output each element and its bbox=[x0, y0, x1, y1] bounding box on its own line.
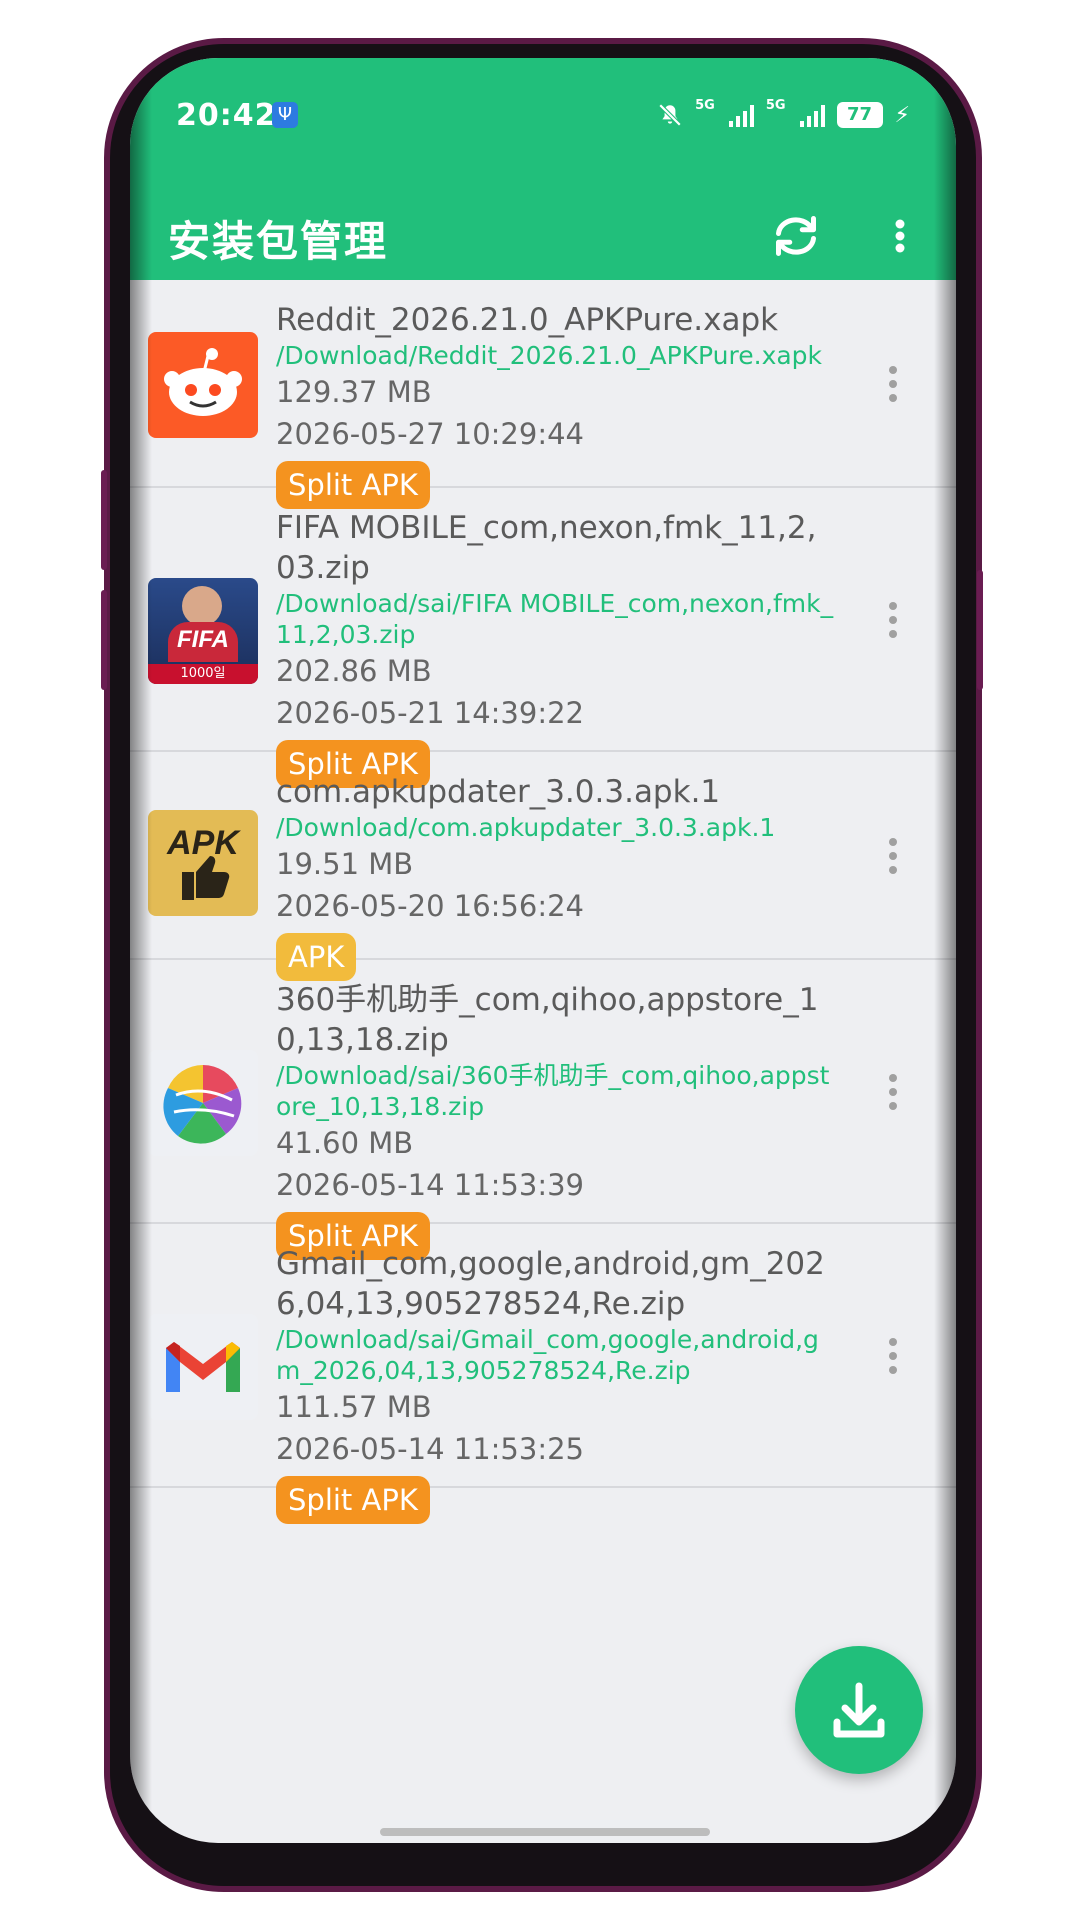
file-size: 41.60 MB bbox=[276, 1126, 414, 1160]
fifa-logo-text: FIFA bbox=[177, 626, 229, 653]
signal-label: 5G bbox=[695, 98, 715, 113]
item-more-icon[interactable] bbox=[886, 1336, 900, 1376]
item-info: Gmail_com,google,android,gm_2026,04,13,9… bbox=[276, 1244, 836, 1524]
page-title: 安装包管理 bbox=[168, 217, 389, 266]
download-fab-button[interactable] bbox=[795, 1646, 923, 1774]
360-appstore-icon bbox=[148, 1050, 258, 1156]
gmail-icon bbox=[148, 1314, 258, 1420]
reddit-icon bbox=[148, 332, 258, 438]
download-icon bbox=[833, 1682, 885, 1738]
item-more-icon[interactable] bbox=[886, 1072, 900, 1112]
refresh-icon bbox=[776, 216, 816, 256]
volume-button bbox=[101, 470, 107, 570]
refresh-button[interactable] bbox=[766, 206, 826, 266]
file-size: 111.57 MB bbox=[276, 1390, 432, 1424]
mute-bell-icon bbox=[658, 103, 682, 127]
item-more-icon[interactable] bbox=[886, 364, 900, 404]
type-badge: Split APK bbox=[276, 1476, 430, 1524]
power-button bbox=[977, 570, 983, 690]
more-vert-icon bbox=[895, 219, 905, 253]
list-item[interactable]: APK com.apkupdater_3.0.3.apk.1 /Download… bbox=[130, 752, 956, 981]
file-size: 129.37 MB bbox=[276, 375, 432, 409]
file-date: 2026-05-21 14:39:22 bbox=[276, 696, 584, 730]
fifa-icon: FIFA 1000일 bbox=[148, 578, 258, 684]
status-icons: 5G 5G 77 ⚡ bbox=[657, 98, 910, 132]
player-avatar bbox=[182, 586, 222, 626]
file-name: 360手机助手_com,qihoo,appstore_10,13,18.zip bbox=[276, 982, 819, 1058]
item-info: Reddit_2026.21.0_APKPure.xapk /Download/… bbox=[276, 300, 836, 509]
list-item[interactable]: Gmail_com,google,android,gm_2026,04,13,9… bbox=[130, 1224, 956, 1524]
item-info: 360手机助手_com,qihoo,appstore_10,13,18.zip … bbox=[276, 980, 836, 1260]
signal-label: 5G bbox=[765, 98, 786, 113]
list-item[interactable]: 360手机助手_com,qihoo,appstore_10,13,18.zip … bbox=[130, 960, 956, 1260]
apk-icon: APK bbox=[148, 810, 258, 916]
list-item[interactable]: Reddit_2026.21.0_APKPure.xapk /Download/… bbox=[130, 280, 956, 509]
volume-button bbox=[101, 590, 107, 690]
file-name: FIFA MOBILE_com,nexon,fmk_11,2,03.zip bbox=[276, 510, 817, 586]
file-path: /Download/Reddit_2026.21.0_APKPure.xapk bbox=[276, 341, 823, 370]
item-info: FIFA MOBILE_com,nexon,fmk_11,2,03.zip /D… bbox=[276, 508, 836, 788]
package-list: Reddit_2026.21.0_APKPure.xapk /Download/… bbox=[130, 280, 956, 1524]
file-path: /Download/sai/FIFA MOBILE_com,nexon,fmk_… bbox=[276, 589, 834, 649]
signal-icon bbox=[728, 103, 754, 127]
battery-icon: 77 bbox=[836, 102, 883, 128]
item-info: com.apkupdater_3.0.3.apk.1 /Download/com… bbox=[276, 772, 836, 981]
file-name: Reddit_2026.21.0_APKPure.xapk bbox=[276, 302, 779, 338]
status-bar: 20:42 Ψ 5G 5G 77 ⚡ bbox=[130, 58, 956, 168]
fifa-subtext: 1000일 bbox=[148, 664, 258, 684]
charging-icon: ⚡ bbox=[894, 102, 910, 128]
file-date: 2026-05-20 16:56:24 bbox=[276, 889, 584, 923]
file-date: 2026-05-27 10:29:44 bbox=[276, 417, 584, 451]
item-more-icon[interactable] bbox=[886, 600, 900, 640]
file-size: 202.86 MB bbox=[276, 654, 432, 688]
list-item[interactable]: FIFA 1000일 FIFA MOBILE_com,nexon,fmk_11,… bbox=[130, 488, 956, 788]
file-name: Gmail_com,google,android,gm_2026,04,13,9… bbox=[276, 1246, 825, 1322]
usb-icon: Ψ bbox=[272, 102, 298, 128]
file-path: /Download/com.apkupdater_3.0.3.apk.1 bbox=[276, 813, 776, 842]
signal-icon bbox=[799, 103, 825, 127]
file-date: 2026-05-14 11:53:39 bbox=[276, 1168, 584, 1202]
file-name: com.apkupdater_3.0.3.apk.1 bbox=[276, 774, 721, 810]
status-time: 20:42 bbox=[176, 98, 277, 133]
home-indicator[interactable] bbox=[380, 1828, 710, 1836]
item-more-icon[interactable] bbox=[886, 836, 900, 876]
app-bar: 20:42 Ψ 5G 5G 77 ⚡ 安装包管理 bbox=[130, 58, 956, 280]
file-path: /Download/sai/Gmail_com,google,android,g… bbox=[276, 1325, 819, 1385]
screen: 20:42 Ψ 5G 5G 77 ⚡ 安装包管理 Reddit_2026.21.… bbox=[130, 58, 956, 1843]
file-date: 2026-05-14 11:53:25 bbox=[276, 1432, 584, 1466]
more-options-button[interactable] bbox=[880, 206, 920, 266]
file-path: /Download/sai/360手机助手_com,qihoo,appstore… bbox=[276, 1061, 830, 1121]
file-size: 19.51 MB bbox=[276, 847, 414, 881]
thumbs-up-icon bbox=[182, 856, 230, 900]
